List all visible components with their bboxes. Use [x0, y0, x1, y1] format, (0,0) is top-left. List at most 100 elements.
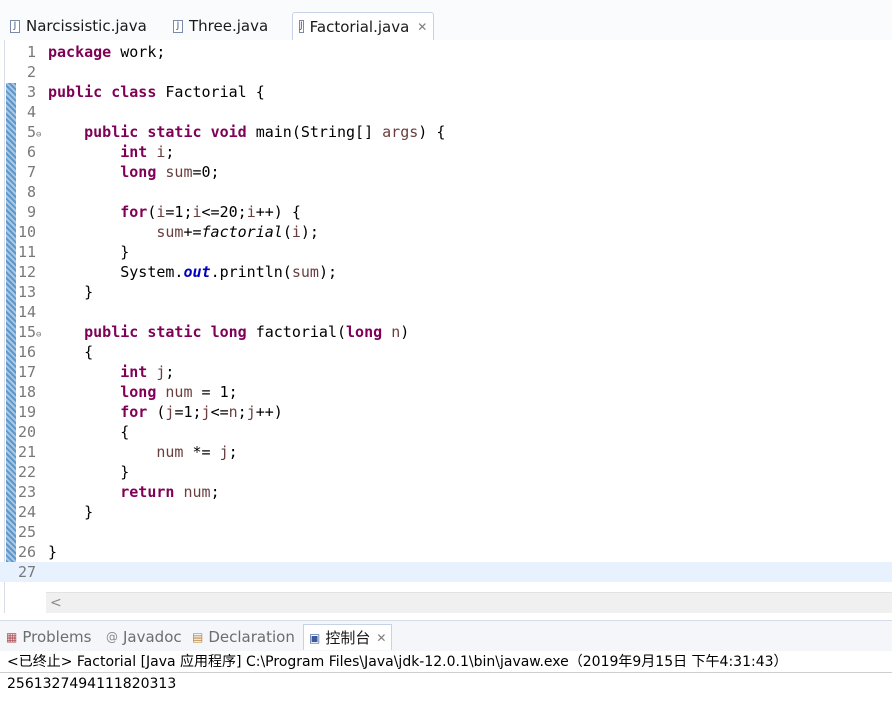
line-number: 4: [26, 103, 36, 121]
code-line[interactable]: 19 for (j=1;j<=n;j++): [0, 402, 892, 422]
code-token: ++) {: [255, 203, 301, 221]
close-icon[interactable]: ✕: [417, 20, 427, 34]
code-token: n: [228, 403, 238, 421]
editor-tab-bar: J Narcissistic.java J Three.java J Facto…: [0, 0, 892, 40]
code-token: args: [382, 123, 419, 141]
code-line[interactable]: 11 }: [0, 242, 892, 262]
code-token: =1;: [165, 203, 193, 221]
code-token: ): [400, 323, 410, 341]
code-token: ;: [165, 143, 175, 161]
tab-console[interactable]: ▣ 控制台 ✕: [303, 624, 393, 650]
code-token: <=: [210, 403, 229, 421]
code-line[interactable]: 12 System.out.println(sum);: [0, 262, 892, 282]
code-token: class: [111, 83, 157, 101]
code-line[interactable]: 3 public class Factorial {: [0, 82, 892, 102]
code-token: }: [48, 543, 58, 561]
code-line[interactable]: 9 for(i=1;i<=20;i++) {: [0, 202, 892, 222]
code-token: factorial: [201, 223, 283, 241]
console-icon: ▣: [309, 630, 321, 645]
code-token: i: [192, 203, 202, 221]
code-token: package: [48, 43, 112, 61]
code-token: {: [48, 423, 130, 441]
scroll-left-icon[interactable]: <: [50, 593, 62, 613]
line-number: 6: [26, 143, 36, 161]
line-number: 17: [17, 363, 36, 381]
code-token: = 1;: [192, 383, 238, 401]
code-token: public: [84, 323, 139, 341]
code-line[interactable]: 10 sum+=factorial(i);: [0, 222, 892, 242]
code-token: static: [147, 123, 202, 141]
code-line[interactable]: 13 }: [0, 282, 892, 302]
line-number: 19: [17, 403, 36, 421]
code-line[interactable]: 16 {: [0, 342, 892, 362]
code-line[interactable]: 25: [0, 522, 892, 542]
line-number: 2: [26, 63, 36, 81]
code-token: static: [147, 323, 202, 341]
line-number: 15: [17, 323, 36, 341]
line-code: long num = 1;: [48, 382, 238, 402]
line-number: 3: [26, 83, 36, 101]
code-line[interactable]: 22 }: [0, 462, 892, 482]
line-code: System.out.println(sum);: [48, 262, 337, 282]
code-line[interactable]: 6 int i;: [0, 142, 892, 162]
tab-three-java[interactable]: J Three.java: [173, 12, 268, 40]
code-token: Factorial {: [156, 83, 265, 101]
code-line[interactable]: 17 int j;: [0, 362, 892, 382]
code-token: (: [147, 403, 166, 421]
code-line[interactable]: 4: [0, 102, 892, 122]
close-icon[interactable]: ✕: [376, 631, 386, 645]
tab-label: 控制台: [325, 629, 371, 647]
code-token: );: [318, 263, 337, 281]
at-icon: @: [106, 630, 118, 644]
code-token: }: [48, 503, 94, 521]
code-line[interactable]: 15 ⊖ public static long factorial(long n): [0, 322, 892, 342]
code-line[interactable]: 5 ⊖ public static void main(String[] args…: [0, 122, 892, 142]
code-line[interactable]: 14: [0, 302, 892, 322]
code-token: long: [120, 383, 157, 401]
code-line[interactable]: 26}: [0, 542, 892, 562]
code-line[interactable]: 21 num *= j;: [0, 442, 892, 462]
code-line[interactable]: 20 {: [0, 422, 892, 442]
code-token: .println(: [210, 263, 292, 281]
line-code: for (j=1;j<=n;j++): [48, 402, 283, 422]
code-line[interactable]: 24 }: [0, 502, 892, 522]
code-token: main(String[]: [246, 123, 383, 141]
code-token: {: [48, 343, 94, 361]
code-line[interactable]: 1 package work;: [0, 42, 892, 62]
code-line[interactable]: 23 return num;: [0, 482, 892, 502]
code-token: sum: [156, 223, 184, 241]
tab-label: Narcissistic.java: [26, 17, 147, 35]
code-line[interactable]: 7 long sum=0;: [0, 162, 892, 182]
tab-declaration[interactable]: ▤ Declaration: [192, 624, 295, 650]
code-token: for: [120, 403, 148, 421]
tab-javadoc[interactable]: @ Javadoc: [106, 624, 182, 650]
code-token: for: [120, 203, 148, 221]
code-token: work;: [111, 43, 166, 61]
code-token: factorial(: [246, 323, 347, 341]
code-line[interactable]: 8: [0, 182, 892, 202]
tab-factorial-java[interactable]: J Factorial.java ✕: [292, 12, 434, 40]
tab-problems[interactable]: ▦ Problems: [6, 624, 91, 650]
code-token: num: [156, 443, 184, 461]
code-line[interactable]: 27: [0, 562, 892, 582]
line-code: public static long factorial(long n): [48, 322, 409, 342]
line-number: 11: [17, 243, 36, 261]
code-token: void: [210, 123, 247, 141]
code-token: public: [84, 123, 139, 141]
horizontal-scrollbar[interactable]: <: [46, 592, 892, 613]
tab-narcissistic-java[interactable]: J Narcissistic.java: [10, 12, 147, 40]
code-line[interactable]: 18 long num = 1;: [0, 382, 892, 402]
line-code: public static void main(String[] args) {: [48, 122, 445, 142]
declaration-icon: ▤: [192, 630, 204, 644]
line-code: sum+=factorial(i);: [48, 222, 319, 242]
code-token: (: [282, 223, 292, 241]
line-code: int i;: [48, 142, 174, 162]
code-line[interactable]: 2: [0, 62, 892, 82]
java-file-icon: J: [299, 20, 304, 33]
line-number: 23: [17, 483, 36, 501]
